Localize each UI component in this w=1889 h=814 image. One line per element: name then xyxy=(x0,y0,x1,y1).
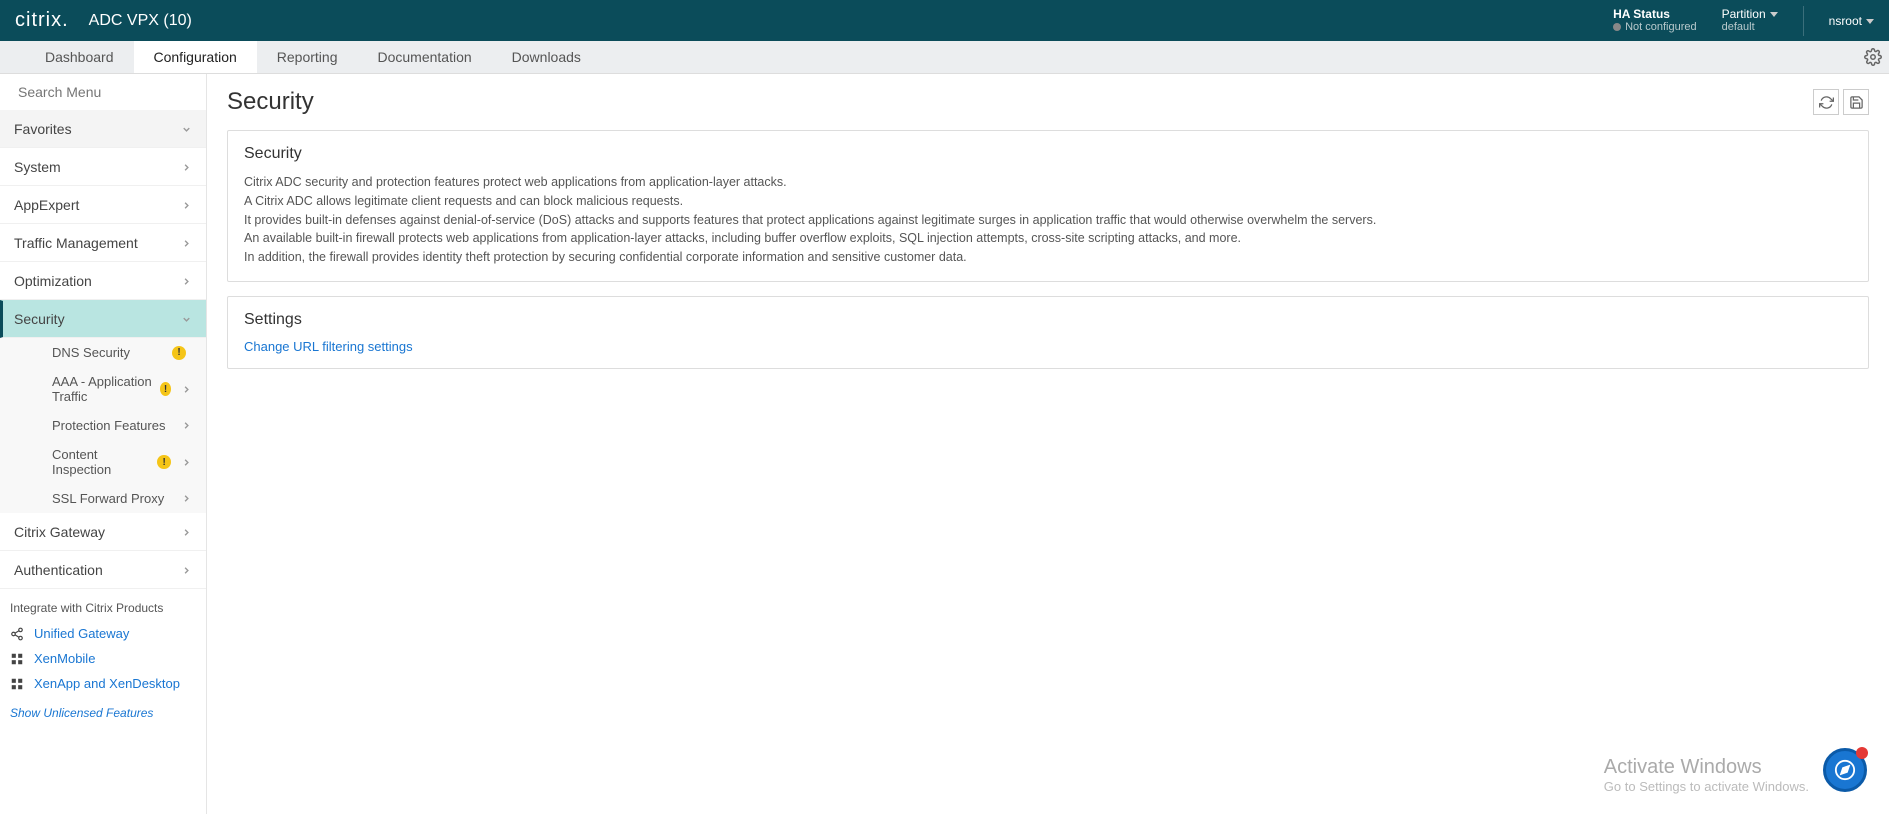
sidebar-favorites[interactable]: Favorites xyxy=(0,110,206,148)
refresh-icon xyxy=(1819,95,1834,110)
grid-icon xyxy=(10,677,24,691)
tab-reporting[interactable]: Reporting xyxy=(257,41,358,73)
warning-icon: ! xyxy=(157,455,171,469)
sidebar-item-label: AppExpert xyxy=(14,197,79,213)
sidebar-item-traffic-management[interactable]: Traffic Management xyxy=(0,224,206,262)
sidebar-sub-protection-features[interactable]: Protection Features xyxy=(0,411,206,440)
integrate-label: XenApp and XenDesktop xyxy=(34,676,180,691)
description-text: In addition, the firewall provides ident… xyxy=(244,248,1852,267)
sidebar-item-security[interactable]: Security xyxy=(0,300,206,338)
sidebar-item-label: Optimization xyxy=(14,273,92,289)
ha-status-label: HA Status xyxy=(1613,7,1697,21)
sidebar-sub-ssl-forward-proxy[interactable]: SSL Forward Proxy xyxy=(0,484,206,513)
logo: citrix. xyxy=(15,9,69,32)
status-dot-icon xyxy=(1613,23,1621,31)
chevron-right-icon xyxy=(181,200,192,211)
chevron-right-icon xyxy=(181,457,192,468)
sidebar-item-label: Protection Features xyxy=(52,418,165,433)
settings-card: Settings Change URL filtering settings xyxy=(227,296,1869,369)
tab-downloads[interactable]: Downloads xyxy=(492,41,601,73)
warning-icon: ! xyxy=(172,346,186,360)
sidebar-item-label: Favorites xyxy=(14,121,72,137)
security-subitems: DNS Security ! AAA - Application Traffic… xyxy=(0,338,206,513)
sidebar: Favorites System AppExpert Traffic Manag… xyxy=(0,74,207,814)
integrate-xenmobile[interactable]: XenMobile xyxy=(0,646,206,671)
partition-value: default xyxy=(1722,21,1778,34)
save-button[interactable] xyxy=(1843,89,1869,115)
chevron-right-icon xyxy=(181,384,192,395)
description-text: A Citrix ADC allows legitimate client re… xyxy=(244,192,1852,211)
tab-configuration[interactable]: Configuration xyxy=(134,41,257,73)
change-url-filtering-link[interactable]: Change URL filtering settings xyxy=(244,339,413,354)
partition-selector[interactable]: Partition default xyxy=(1722,7,1778,35)
sidebar-item-label: Security xyxy=(14,311,65,327)
sidebar-item-system[interactable]: System xyxy=(0,148,206,186)
sidebar-item-label: System xyxy=(14,159,61,175)
save-icon xyxy=(1849,95,1864,110)
card-title: Security xyxy=(244,145,1852,163)
divider xyxy=(1803,6,1804,36)
search-input[interactable] xyxy=(18,84,199,100)
top-header: citrix. ADC VPX (10) HA Status Not confi… xyxy=(0,0,1889,41)
search-row xyxy=(0,74,206,110)
card-title: Settings xyxy=(244,311,1852,329)
ha-status-value: Not configured xyxy=(1613,21,1697,34)
settings-gear-button[interactable] xyxy=(1856,41,1889,73)
description-text: Citrix ADC security and protection featu… xyxy=(244,173,1852,192)
sidebar-item-label: Content Inspection xyxy=(52,447,157,477)
tab-dashboard[interactable]: Dashboard xyxy=(25,41,134,73)
sidebar-item-authentication[interactable]: Authentication xyxy=(0,551,206,589)
sidebar-item-optimization[interactable]: Optimization xyxy=(0,262,206,300)
chevron-right-icon xyxy=(181,162,192,173)
chevron-down-icon xyxy=(181,124,192,135)
sidebar-sub-content-inspection[interactable]: Content Inspection ! xyxy=(0,440,206,484)
refresh-button[interactable] xyxy=(1813,89,1839,115)
chevron-right-icon xyxy=(181,527,192,538)
chevron-right-icon xyxy=(181,565,192,576)
grid-icon xyxy=(10,652,24,666)
chevron-down-icon xyxy=(1866,19,1874,24)
chevron-down-icon xyxy=(181,314,192,325)
sidebar-item-appexpert[interactable]: AppExpert xyxy=(0,186,206,224)
integrate-header: Integrate with Citrix Products xyxy=(0,589,206,621)
sidebar-item-label: Traffic Management xyxy=(14,235,138,251)
integrate-unified-gateway[interactable]: Unified Gateway xyxy=(0,621,206,646)
sidebar-sub-aaa[interactable]: AAA - Application Traffic ! xyxy=(0,367,206,411)
ha-status[interactable]: HA Status Not configured xyxy=(1613,7,1697,35)
page-title: Security xyxy=(227,88,314,116)
notification-dot-icon xyxy=(1856,747,1868,759)
description-text: It provides built-in defenses against de… xyxy=(244,211,1852,230)
user-menu[interactable]: nsroot xyxy=(1829,14,1874,28)
sidebar-item-citrix-gateway[interactable]: Citrix Gateway xyxy=(0,513,206,551)
gear-icon xyxy=(1864,48,1882,66)
description-text: An available built-in firewall protects … xyxy=(244,229,1852,248)
chevron-right-icon xyxy=(181,276,192,287)
chevron-right-icon xyxy=(181,238,192,249)
sidebar-sub-dns-security[interactable]: DNS Security ! xyxy=(0,338,206,367)
product-name: ADC VPX (10) xyxy=(89,12,192,30)
warning-icon: ! xyxy=(160,382,171,396)
share-icon xyxy=(10,627,24,641)
partition-label: Partition xyxy=(1722,7,1766,21)
integrate-xenapp-xendesktop[interactable]: XenApp and XenDesktop xyxy=(0,671,206,696)
sidebar-item-label: Authentication xyxy=(14,562,103,578)
help-fab-button[interactable] xyxy=(1823,748,1867,792)
navigation-icon xyxy=(1834,759,1856,781)
tab-documentation[interactable]: Documentation xyxy=(357,41,491,73)
main-content: Security Security Citrix ADC security an… xyxy=(207,74,1889,814)
chevron-down-icon xyxy=(1770,12,1778,17)
sidebar-item-label: Citrix Gateway xyxy=(14,524,105,540)
show-unlicensed-link[interactable]: Show Unlicensed Features xyxy=(0,696,206,720)
integrate-label: Unified Gateway xyxy=(34,626,129,641)
integrate-label: XenMobile xyxy=(34,651,95,666)
tab-bar: Dashboard Configuration Reporting Docume… xyxy=(0,41,1889,74)
sidebar-item-label: DNS Security xyxy=(52,345,130,360)
security-description-card: Security Citrix ADC security and protect… xyxy=(227,130,1869,282)
sidebar-item-label: SSL Forward Proxy xyxy=(52,491,164,506)
sidebar-item-label: AAA - Application Traffic xyxy=(52,374,160,404)
chevron-right-icon xyxy=(181,493,192,504)
chevron-right-icon xyxy=(181,420,192,431)
